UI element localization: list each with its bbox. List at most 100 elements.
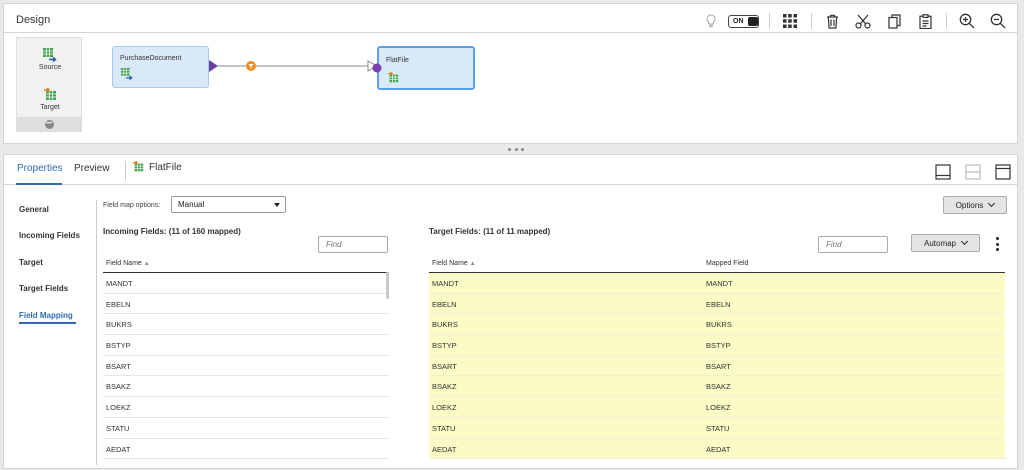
table-row[interactable]: AEDAT AEDAT [429, 438, 1005, 460]
table-row[interactable]: BUKRS BUKRS [429, 314, 1005, 336]
table-row[interactable]: EBELN [103, 294, 389, 315]
sidenav-item-field-mapping[interactable]: Field Mapping [19, 311, 73, 320]
dock-top-icon[interactable] [995, 164, 1011, 180]
automap-label: Automap [923, 238, 957, 248]
zoom-in-icon[interactable] [956, 10, 978, 32]
table-row[interactable]: STATU STATU [429, 417, 1005, 439]
table-row[interactable]: MANDT MANDT [429, 273, 1005, 294]
target-node[interactable]: FlatFile [377, 46, 475, 90]
incoming-find-input[interactable] [318, 236, 388, 253]
sidenav-item-target-fields[interactable]: Target Fields [19, 284, 68, 293]
toggle-switch[interactable]: ON [728, 14, 759, 28]
toggle-knob [748, 16, 758, 26]
more-icon: ••• [44, 119, 54, 129]
field-name-cell: AEDAT [432, 444, 457, 454]
copy-icon[interactable] [883, 10, 905, 32]
toolbar-divider [769, 13, 770, 29]
mapped-field-cell: AEDAT [706, 444, 731, 454]
table-row[interactable]: BSTYP [103, 335, 389, 356]
field-map-options-value: Manual [178, 200, 205, 209]
tab-properties[interactable]: Properties [17, 163, 63, 174]
grid-icon[interactable] [779, 10, 801, 32]
palette-item-label: Target [40, 104, 60, 111]
table-row[interactable]: BSAKZ [103, 376, 389, 398]
incoming-fields-table: Field Name ▲ MANDT EBELN BUKRS BSTYP BSART BSA… [103, 255, 389, 460]
mapped-field-cell: BSART [706, 361, 731, 371]
table-row[interactable]: EBELN EBELN [429, 293, 1005, 315]
toolbar-divider [811, 13, 812, 29]
field-name-cell: BUKRS [106, 320, 132, 330]
dock-bottom-icon[interactable] [935, 164, 951, 180]
field-map-options-label: Field map options: [103, 202, 161, 209]
field-name-cell: LOEKZ [432, 403, 457, 413]
mapped-field-cell: MANDT [706, 279, 733, 288]
sidenav-item-incoming-fields[interactable]: Incoming Fields [19, 231, 80, 240]
panel-splitter[interactable] [508, 146, 524, 152]
source-icon [121, 68, 133, 80]
target-fields-title: Target Fields: (11 of 11 mapped) [429, 227, 551, 236]
field-name-cell: BSART [432, 361, 457, 371]
target-col-mapped-field[interactable]: Mapped Field [706, 260, 748, 267]
sort-asc-icon: ▲ [469, 261, 476, 267]
table-row[interactable]: BSAKZ BSAKZ [429, 376, 1005, 398]
mapped-field-cell: BUKRS [706, 320, 732, 330]
toolbar-divider [946, 13, 947, 29]
selected-object: FlatFile [132, 161, 182, 173]
automap-button[interactable]: Automap [911, 234, 980, 252]
column-label: Field Name [106, 260, 142, 267]
link-connector[interactable] [207, 56, 382, 78]
design-title: Design [16, 14, 51, 26]
palette-item-target[interactable]: Target [17, 87, 83, 111]
incoming-scrollbar[interactable] [386, 272, 389, 299]
palette-more-button[interactable]: ••• [17, 117, 81, 131]
table-row[interactable]: AEDAT [103, 439, 389, 460]
target-find-input[interactable] [818, 236, 888, 253]
split-view-icon[interactable] [965, 164, 981, 180]
source-node-label: PurchaseDocument [120, 55, 182, 62]
table-row[interactable]: STATU [103, 418, 389, 439]
table-row[interactable]: LOEKZ [103, 397, 389, 418]
transformation-palette: Source Target ••• [16, 37, 82, 132]
trash-icon[interactable] [821, 10, 843, 32]
field-name-cell: BSTYP [106, 341, 131, 351]
incoming-rows: MANDT EBELN BUKRS BSTYP BSART BSAKZ LOEKZ STATU… [103, 273, 389, 460]
mapped-field-cell: BSTYP [706, 341, 731, 351]
zoom-out-icon[interactable] [987, 10, 1009, 32]
options-button[interactable]: Options [943, 196, 1007, 214]
selected-object-label: FlatFile [149, 161, 182, 173]
input-port-icon [372, 63, 382, 73]
target-col-field-name[interactable]: Field Name ▲ [432, 260, 476, 267]
mapped-field-cell: EBELN [706, 299, 731, 309]
column-label: Field Name [432, 260, 468, 267]
table-row[interactable]: BUKRS [103, 314, 389, 336]
layout-controls [921, 164, 1011, 180]
table-row[interactable]: MANDT [103, 273, 389, 294]
target-icon [132, 161, 144, 172]
content-divider [96, 200, 97, 465]
toolbar-rule [4, 32, 1017, 33]
table-row[interactable]: LOEKZ LOEKZ [429, 397, 1005, 418]
target-table-header: Field Name ▲ Mapped Field [429, 255, 1005, 273]
mapped-field-cell: BSAKZ [706, 382, 731, 392]
target-node-label: FlatFile [386, 57, 409, 64]
incoming-col-field-name[interactable]: Field Name ▲ [106, 260, 150, 267]
scissors-icon[interactable] [852, 10, 874, 32]
field-name-cell: STATU [106, 423, 130, 433]
paste-icon[interactable] [914, 10, 936, 32]
sort-asc-icon: ▲ [143, 261, 150, 267]
table-row[interactable]: BSTYP BSTYP [429, 335, 1005, 356]
toggle-label: ON [733, 17, 744, 25]
source-node[interactable]: PurchaseDocument [112, 46, 209, 88]
table-row[interactable]: BSART [103, 356, 389, 377]
field-map-options-select[interactable]: Manual [171, 196, 286, 213]
lightbulb-icon[interactable] [700, 10, 722, 32]
more-options-icon[interactable] [994, 237, 1000, 251]
sidenav-item-target[interactable]: Target [19, 258, 43, 267]
palette-item-source[interactable]: Source [17, 48, 83, 71]
table-row[interactable]: BSART BSART [429, 355, 1005, 377]
field-name-cell: STATU [432, 423, 456, 433]
mapped-field-cell: STATU [706, 423, 730, 433]
palette-item-label: Source [38, 64, 62, 71]
tab-preview[interactable]: Preview [74, 163, 110, 174]
sidenav-item-general[interactable]: General [19, 205, 49, 214]
